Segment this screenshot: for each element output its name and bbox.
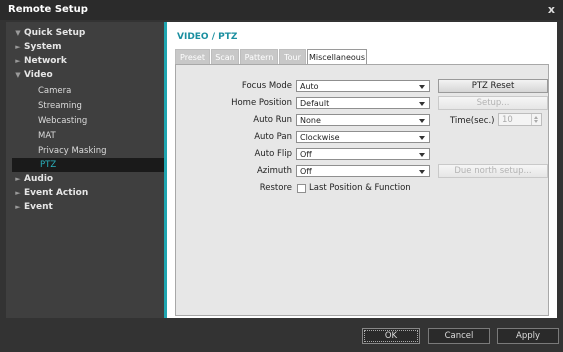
sidebar-item-label: PTZ: [40, 160, 57, 170]
dropdown-arrow-icon: [419, 136, 425, 140]
auto-flip-label: Auto Flip: [254, 149, 292, 159]
sidebar-item-label: Audio: [24, 174, 54, 184]
expanded-arrow-icon: ▼: [15, 71, 21, 79]
focus-mode-label: Focus Mode: [241, 81, 292, 91]
collapsed-arrow-icon: ►: [15, 189, 21, 197]
sidebar-item-video[interactable]: ▼ Video: [6, 68, 53, 82]
auto-pan-label: Auto Pan: [254, 132, 292, 142]
sidebar-item-label: Event Action: [24, 188, 89, 198]
sidebar-item-label: Camera: [38, 86, 72, 96]
home-position-select[interactable]: Default: [296, 97, 430, 109]
remote-setup-window: Remote Setup x ▼ Quick Setup ► System ► Net…: [0, 0, 563, 352]
dropdown-arrow-icon: [419, 170, 425, 174]
sidebar-item-quick-setup[interactable]: ▼ Quick Setup: [6, 26, 85, 40]
time-value: 10: [502, 115, 513, 125]
auto-run-select[interactable]: None: [296, 114, 430, 126]
sidebar-item-label: Network: [24, 56, 67, 66]
sidebar-item-event[interactable]: ► Event: [6, 200, 53, 214]
title-bar: Remote Setup x: [0, 0, 563, 20]
home-position-label: Home Position: [231, 98, 292, 108]
page-title: VIDEO / PTZ: [177, 32, 238, 42]
close-icon[interactable]: x: [548, 3, 555, 16]
tab-pattern[interactable]: Pattern: [240, 49, 278, 64]
tab-scan[interactable]: Scan: [211, 49, 239, 64]
window-title: Remote Setup: [8, 4, 88, 15]
tab-tour[interactable]: Tour: [279, 49, 306, 64]
restore-checkbox[interactable]: [297, 184, 306, 193]
expanded-arrow-icon: ▼: [15, 29, 21, 37]
ptz-reset-button[interactable]: PTZ Reset: [438, 79, 548, 93]
azimuth-value: Off: [300, 167, 312, 176]
sidebar-item-label: MAT: [38, 131, 56, 141]
home-position-value: Default: [300, 99, 330, 108]
sidebar-item-label: Video: [24, 70, 53, 80]
collapsed-arrow-icon: ►: [15, 175, 21, 183]
sidebar-item-audio[interactable]: ► Audio: [6, 172, 53, 186]
azimuth-select[interactable]: Off: [296, 165, 430, 177]
due-north-setup-button[interactable]: Due north setup...: [438, 164, 548, 178]
collapsed-arrow-icon: ►: [15, 57, 21, 65]
sidebar-item-streaming[interactable]: Streaming: [6, 99, 82, 113]
sidebar-item-ptz[interactable]: PTZ: [12, 158, 164, 172]
dropdown-arrow-icon: [419, 119, 425, 123]
dialog-footer: OK Cancel Apply: [0, 318, 563, 352]
apply-button[interactable]: Apply: [497, 328, 559, 344]
sidebar-item-label: Quick Setup: [24, 28, 86, 38]
auto-run-value: None: [300, 116, 321, 125]
stepper-arrows-icon[interactable]: [531, 114, 541, 125]
restore-checkbox-label[interactable]: Last Position & Function: [309, 183, 411, 193]
sidebar-item-camera[interactable]: Camera: [6, 84, 71, 98]
sidebar-item-label: Event: [24, 202, 53, 212]
auto-flip-select[interactable]: Off: [296, 148, 430, 160]
cancel-button[interactable]: Cancel: [428, 328, 490, 344]
sidebar-item-label: Streaming: [38, 101, 82, 111]
tab-preset[interactable]: Preset: [175, 49, 210, 64]
time-stepper[interactable]: 10: [498, 113, 542, 126]
sidebar-item-label: Webcasting: [38, 116, 88, 126]
focus-mode-select[interactable]: Auto: [296, 80, 430, 92]
sidebar-item-label: Privacy Masking: [38, 146, 107, 156]
azimuth-label: Azimuth: [256, 166, 292, 176]
dropdown-arrow-icon: [419, 153, 425, 157]
sidebar-item-label: System: [24, 42, 62, 52]
sidebar-item-system[interactable]: ► System: [6, 40, 62, 54]
sidebar-item-event-action[interactable]: ► Event Action: [6, 186, 88, 200]
content-area: VIDEO / PTZ Preset Scan Pattern Tour Mis…: [167, 22, 557, 318]
collapsed-arrow-icon: ►: [15, 43, 21, 51]
auto-pan-select[interactable]: Clockwise: [296, 131, 430, 143]
collapsed-arrow-icon: ►: [15, 203, 21, 211]
restore-label: Restore: [259, 183, 292, 193]
sidebar-item-webcasting[interactable]: Webcasting: [6, 114, 87, 128]
tab-miscellaneous[interactable]: Miscellaneous: [307, 49, 367, 64]
setup-button[interactable]: Setup...: [438, 96, 548, 110]
auto-flip-value: Off: [300, 150, 312, 159]
sidebar-item-mat[interactable]: MAT: [6, 129, 56, 143]
ok-button[interactable]: OK: [362, 328, 420, 344]
time-label: Time(sec.): [450, 116, 495, 126]
auto-run-label: Auto Run: [253, 115, 292, 125]
miscellaneous-panel: Focus Mode Auto PTZ Reset Home Position …: [175, 64, 549, 316]
dropdown-arrow-icon: [419, 102, 425, 106]
dropdown-arrow-icon: [419, 85, 425, 89]
auto-pan-value: Clockwise: [300, 133, 340, 142]
sidebar-nav: ▼ Quick Setup ► System ► Network ▼ Video Cam…: [6, 22, 164, 318]
sidebar-item-privacy-masking[interactable]: Privacy Masking: [6, 144, 107, 158]
focus-mode-value: Auto: [300, 82, 319, 91]
sidebar-item-network[interactable]: ► Network: [6, 54, 67, 68]
